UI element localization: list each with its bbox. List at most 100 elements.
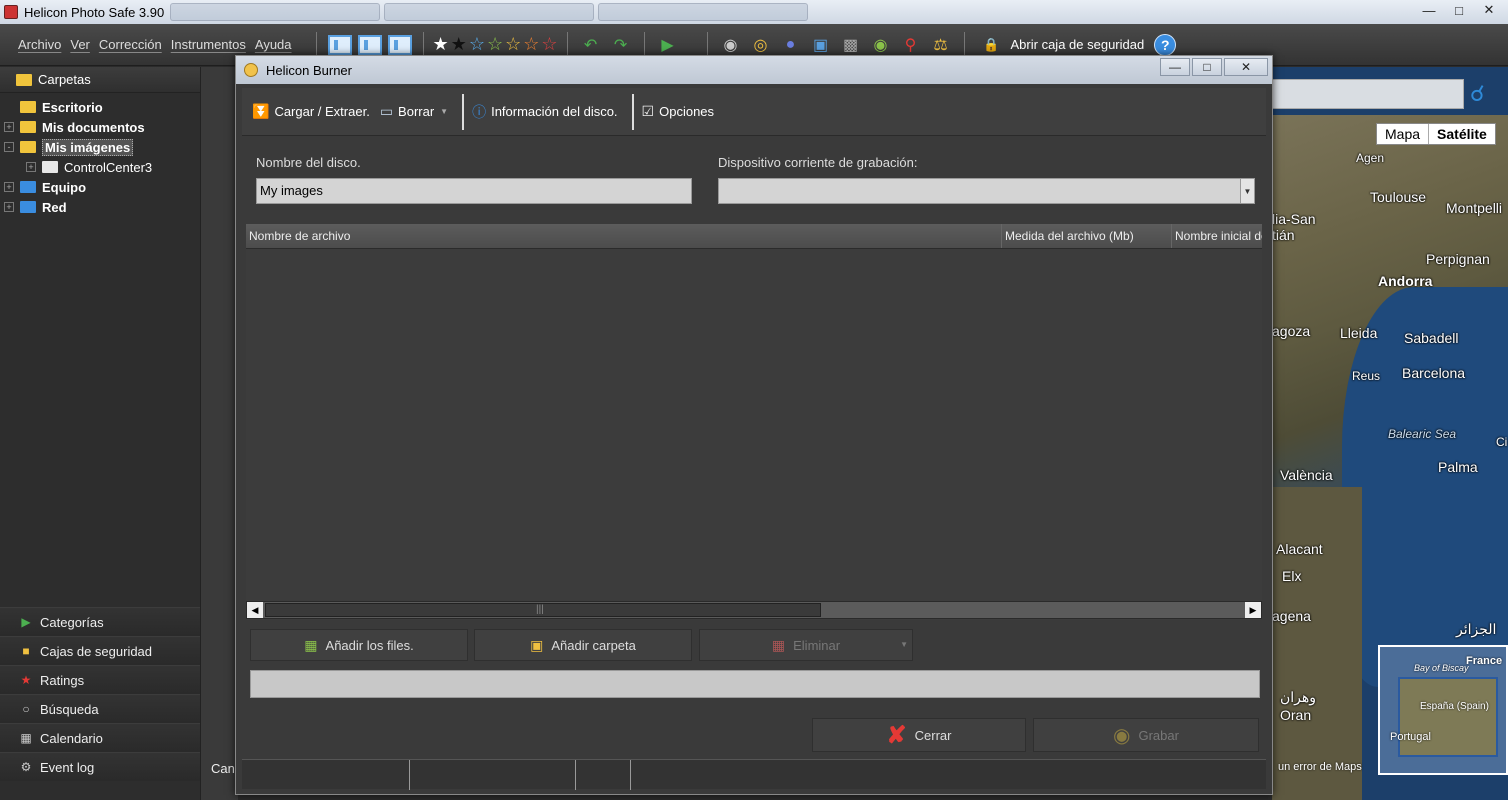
menu-ayuda[interactable]: Ayuda — [255, 37, 292, 52]
menu-correccion[interactable]: Corrección — [99, 37, 162, 52]
map-type-satelite[interactable]: Satélite — [1428, 124, 1495, 144]
map-report-link[interactable]: un error de Maps — [1278, 761, 1362, 773]
rating-5-star-icon[interactable]: ☆ — [523, 34, 539, 55]
add-folder-button[interactable]: ▣ Añadir carpeta — [474, 629, 692, 661]
app-title-bar: Helicon Photo Safe 3.90 — □ ✕ — [0, 0, 1508, 24]
globe-icon[interactable]: ● — [778, 32, 804, 58]
erase-button[interactable]: ▭ Borrar ▼ — [380, 103, 448, 120]
layout-1-button[interactable] — [327, 32, 353, 58]
nav-event-log[interactable]: ⚙ Event log — [0, 752, 200, 781]
tray-icon: ⏬ — [252, 103, 270, 119]
expand-toggle-icon[interactable]: + — [4, 122, 14, 132]
delete-button[interactable]: ▦ Eliminar ▼ — [699, 629, 913, 661]
camera-icon[interactable]: ◉ — [718, 32, 744, 58]
map-search-input[interactable] — [1272, 79, 1464, 109]
nav-busqueda[interactable]: ○ Búsqueda — [0, 694, 200, 723]
rating-1-star-icon[interactable]: ★ — [451, 34, 467, 55]
tree-item[interactable]: + ControlCenter3 — [0, 157, 200, 177]
nav-cajas-de-seguridad[interactable]: ■ Cajas de seguridad — [0, 636, 200, 665]
menu-bar: Archivo Ver Corrección Instrumentos Ayud… — [18, 37, 292, 52]
tree-item[interactable]: + Equipo — [0, 177, 200, 197]
dialog-minimize-button[interactable]: — — [1160, 58, 1190, 76]
scroll-left-icon[interactable]: ◀ — [247, 602, 263, 618]
progress-bar — [250, 670, 1260, 698]
map-label: Palma — [1438, 459, 1478, 475]
tree-item[interactable]: - Mis imágenes — [0, 137, 200, 157]
rating-3-star-icon[interactable]: ☆ — [487, 34, 503, 55]
open-safe-button[interactable]: 🔒 Abrir caja de seguridad — [979, 32, 1144, 58]
rating-2-star-icon[interactable]: ☆ — [469, 34, 485, 55]
rating-0-star-icon[interactable]: ★ — [433, 34, 449, 55]
menu-instrumentos[interactable]: Instrumentos — [171, 37, 246, 52]
add-file-icon: ▦ — [304, 636, 318, 653]
device-select[interactable]: ▼ — [718, 178, 1255, 204]
expand-toggle-icon[interactable]: + — [26, 162, 36, 172]
maximize-button[interactable]: □ — [1444, 0, 1474, 20]
tree-item[interactable]: Escritorio — [0, 97, 200, 117]
file-list[interactable]: Nombre de archivo Medida del archivo (Mb… — [246, 224, 1262, 620]
menu-ver[interactable]: Ver — [70, 37, 90, 52]
tree-item-label: Escritorio — [42, 99, 103, 115]
search-icon[interactable]: ☌ — [1470, 81, 1498, 109]
folder-tree: Escritorio + Mis documentos - Mis imágenes + C… — [0, 93, 200, 217]
close-dialog-button[interactable]: ✘ Cerrar — [812, 718, 1026, 752]
overview-map[interactable]: France Bay of Biscay España (Spain) Port… — [1378, 645, 1508, 775]
nav-ratings[interactable]: ★ Ratings — [0, 665, 200, 694]
dialog-status-bar — [242, 759, 1266, 790]
rating-6-star-icon[interactable]: ☆ — [541, 34, 557, 55]
close-button[interactable]: ✕ — [1474, 0, 1504, 20]
dialog-toolbar: ⏬ Cargar / Extraer. ▭ Borrar ▼ ⓘ Informa… — [242, 88, 1266, 136]
dialog-maximize-button[interactable]: □ — [1192, 58, 1222, 76]
map-label: lia-San — [1272, 211, 1316, 227]
horizontal-scrollbar[interactable]: ◀ ||| ▶ — [246, 601, 1262, 619]
tree-item[interactable]: + Mis documentos — [0, 117, 200, 137]
layout-2-button[interactable] — [357, 32, 383, 58]
scroll-right-icon[interactable]: ▶ — [1245, 602, 1261, 618]
tag-icon[interactable]: ▶ — [655, 32, 681, 58]
chevron-down-icon: ▼ — [900, 640, 908, 649]
folders-header-label: Carpetas — [38, 72, 91, 87]
load-extract-button[interactable]: ⏬ Cargar / Extraer. — [252, 103, 370, 120]
nav-calendario[interactable]: ▦ Calendario — [0, 723, 200, 752]
column-file-size[interactable]: Medida del archivo (Mb) — [1002, 224, 1172, 248]
star-icon: ★ — [20, 673, 32, 687]
menu-archivo[interactable]: Archivo — [18, 37, 61, 52]
map-label: agena — [1272, 608, 1311, 624]
nav-categorias[interactable]: ▶ Categorías — [0, 607, 200, 636]
rotate-left-icon[interactable]: ↶ — [578, 32, 604, 58]
folders-header[interactable]: Carpetas — [0, 67, 200, 93]
column-file-name[interactable]: Nombre de archivo — [246, 224, 1002, 248]
add-files-button[interactable]: ▦ Añadir los files. — [250, 629, 468, 661]
expand-toggle-icon[interactable]: + — [4, 202, 14, 212]
image-icon[interactable]: ▩ — [838, 32, 864, 58]
column-original-name[interactable]: Nombre inicial de — [1172, 224, 1262, 248]
map-pin-icon[interactable]: ⚲ — [898, 32, 924, 58]
dialog-close-button[interactable]: ✕ — [1224, 58, 1268, 76]
burn-button[interactable]: ◉ Grabar — [1033, 718, 1259, 752]
web-icon[interactable]: ◉ — [868, 32, 894, 58]
app-logo-icon — [4, 5, 18, 19]
rotate-right-icon[interactable]: ↷ — [608, 32, 634, 58]
left-panel: Carpetas Escritorio + Mis documentos - Mis i… — [0, 67, 200, 800]
map-type-mapa[interactable]: Mapa — [1377, 124, 1428, 144]
monitor-icon[interactable]: ▣ — [808, 32, 834, 58]
folder-icon — [20, 121, 36, 133]
options-button[interactable]: ☑ Opciones — [642, 103, 714, 120]
disk-name-input[interactable]: My images — [256, 178, 692, 204]
expand-toggle-icon[interactable]: + — [4, 182, 14, 192]
tree-item-label: Mis documentos — [42, 119, 145, 135]
map-panel[interactable]: ☌ Mapa Satélite Agen Toulouse Montpelli … — [1272, 67, 1508, 800]
disc-icon[interactable]: ◎ — [748, 32, 774, 58]
layout-3-button[interactable] — [387, 32, 413, 58]
disk-info-button[interactable]: ⓘ Información del disco. — [472, 102, 617, 122]
layout-icon — [387, 34, 412, 55]
rating-4-star-icon[interactable]: ☆ — [505, 34, 521, 55]
expand-toggle-icon[interactable]: - — [4, 142, 14, 152]
tree-item[interactable]: + Red — [0, 197, 200, 217]
scales-icon[interactable]: ⚖ — [928, 32, 954, 58]
minimize-button[interactable]: — — [1414, 0, 1444, 20]
map-label: Oran — [1280, 707, 1312, 723]
scroll-thumb[interactable]: ||| — [265, 603, 821, 617]
map-label: Lleida — [1340, 325, 1378, 341]
help-icon[interactable]: ? — [1154, 33, 1177, 56]
